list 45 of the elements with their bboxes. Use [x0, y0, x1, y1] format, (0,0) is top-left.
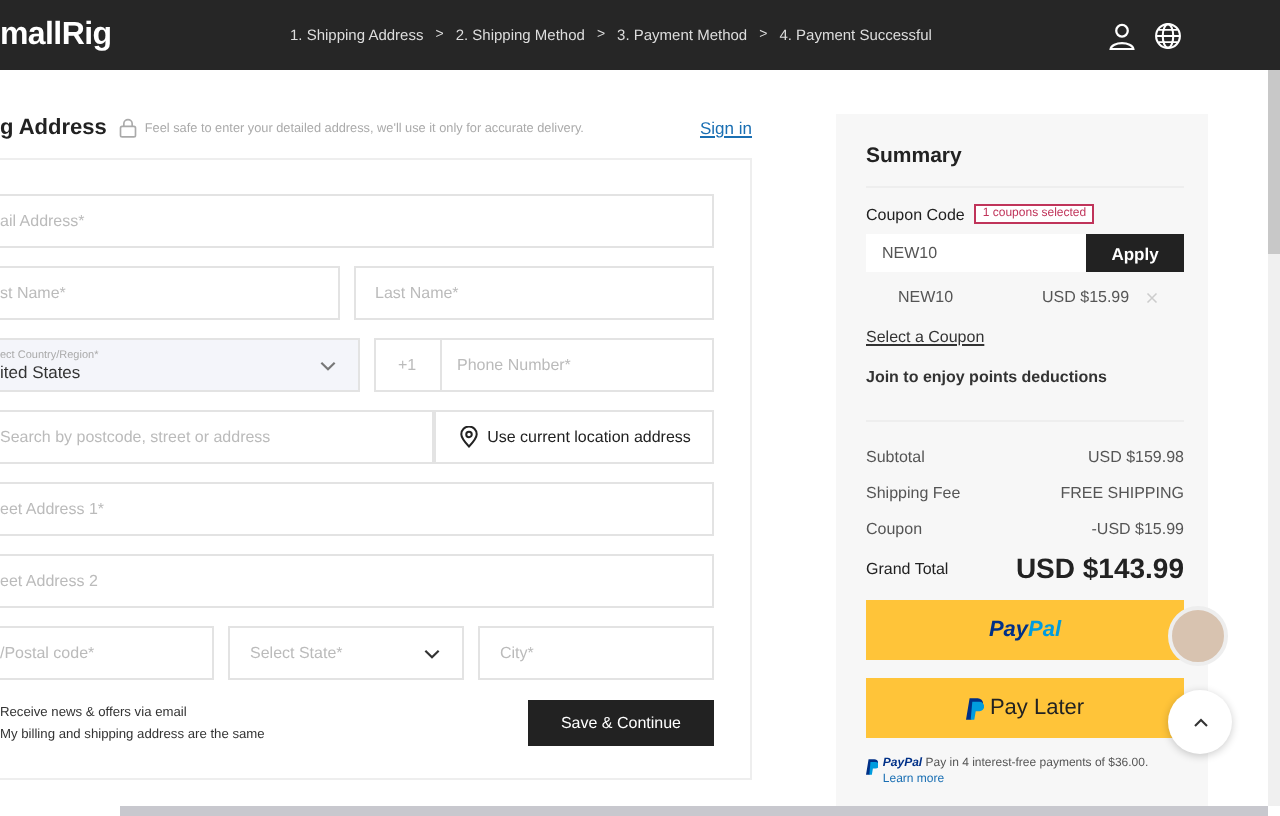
- location-button[interactable]: Use current location address: [434, 410, 714, 464]
- coupon-field[interactable]: NEW10: [866, 234, 1086, 272]
- select-coupon-link[interactable]: Select a Coupon: [866, 328, 1184, 346]
- coupon-code: NEW10: [898, 288, 956, 306]
- points-text: Join to enjoy points deductions: [866, 368, 1184, 422]
- scroll-top-button[interactable]: [1168, 690, 1232, 754]
- vertical-scrollbar[interactable]: [1268, 70, 1280, 806]
- logo[interactable]: mallRig: [0, 17, 290, 53]
- user-icon: [1107, 21, 1136, 49]
- avatar[interactable]: [1168, 606, 1228, 666]
- location-pin-icon: [457, 426, 480, 448]
- coupon-label: Coupon Code: [866, 205, 965, 223]
- input-field[interactable]: Last Name*: [353, 266, 714, 320]
- coupon-amount: USD $15.99: [1042, 288, 1130, 306]
- total-label: Coupon: [866, 519, 923, 537]
- apply-button[interactable]: Apply: [1086, 234, 1184, 272]
- input-field[interactable]: /Postal code*: [0, 626, 214, 680]
- input-field[interactable]: st Name*: [0, 266, 339, 320]
- paypal-p-icon: [965, 697, 984, 719]
- input-field[interactable]: eet Address 1*: [0, 482, 714, 536]
- save-continue-button[interactable]: Save & Continue: [528, 700, 714, 746]
- sign-in-link[interactable]: Sign in: [700, 118, 752, 138]
- paypal-button[interactable]: PayPal: [866, 600, 1184, 660]
- section-title: g Address: [0, 116, 107, 140]
- total-value: -USD $15.99: [1091, 519, 1184, 537]
- lock-icon: [118, 118, 139, 138]
- input-field[interactable]: eet Address 2: [0, 554, 714, 608]
- chevron-up-icon: [1191, 713, 1209, 731]
- close-icon: [1145, 291, 1158, 303]
- total-value: USD $159.98: [1087, 447, 1184, 465]
- grand-total-value: USD $143.99: [1015, 552, 1184, 584]
- pay-later-button[interactable]: Pay Later: [866, 678, 1184, 738]
- field-value: ited States: [0, 361, 83, 381]
- total-value: FREE SHIPPING: [1060, 483, 1184, 501]
- summary-title: Summary: [866, 144, 1184, 188]
- scrollbar-thumb[interactable]: [1268, 70, 1280, 254]
- grand-total-label: Grand Total: [866, 559, 949, 577]
- paypal-p-icon: [866, 758, 879, 776]
- total-label: Shipping Fee: [866, 483, 961, 501]
- input-field[interactable]: ail Address*: [0, 194, 714, 248]
- input-field[interactable]: Search by postcode, street or address: [0, 410, 434, 464]
- total-label: Subtotal: [866, 447, 925, 465]
- horizontal-scrollbar[interactable]: [120, 806, 1268, 816]
- globe-icon: [1153, 21, 1182, 49]
- input-field[interactable]: City*: [478, 626, 714, 680]
